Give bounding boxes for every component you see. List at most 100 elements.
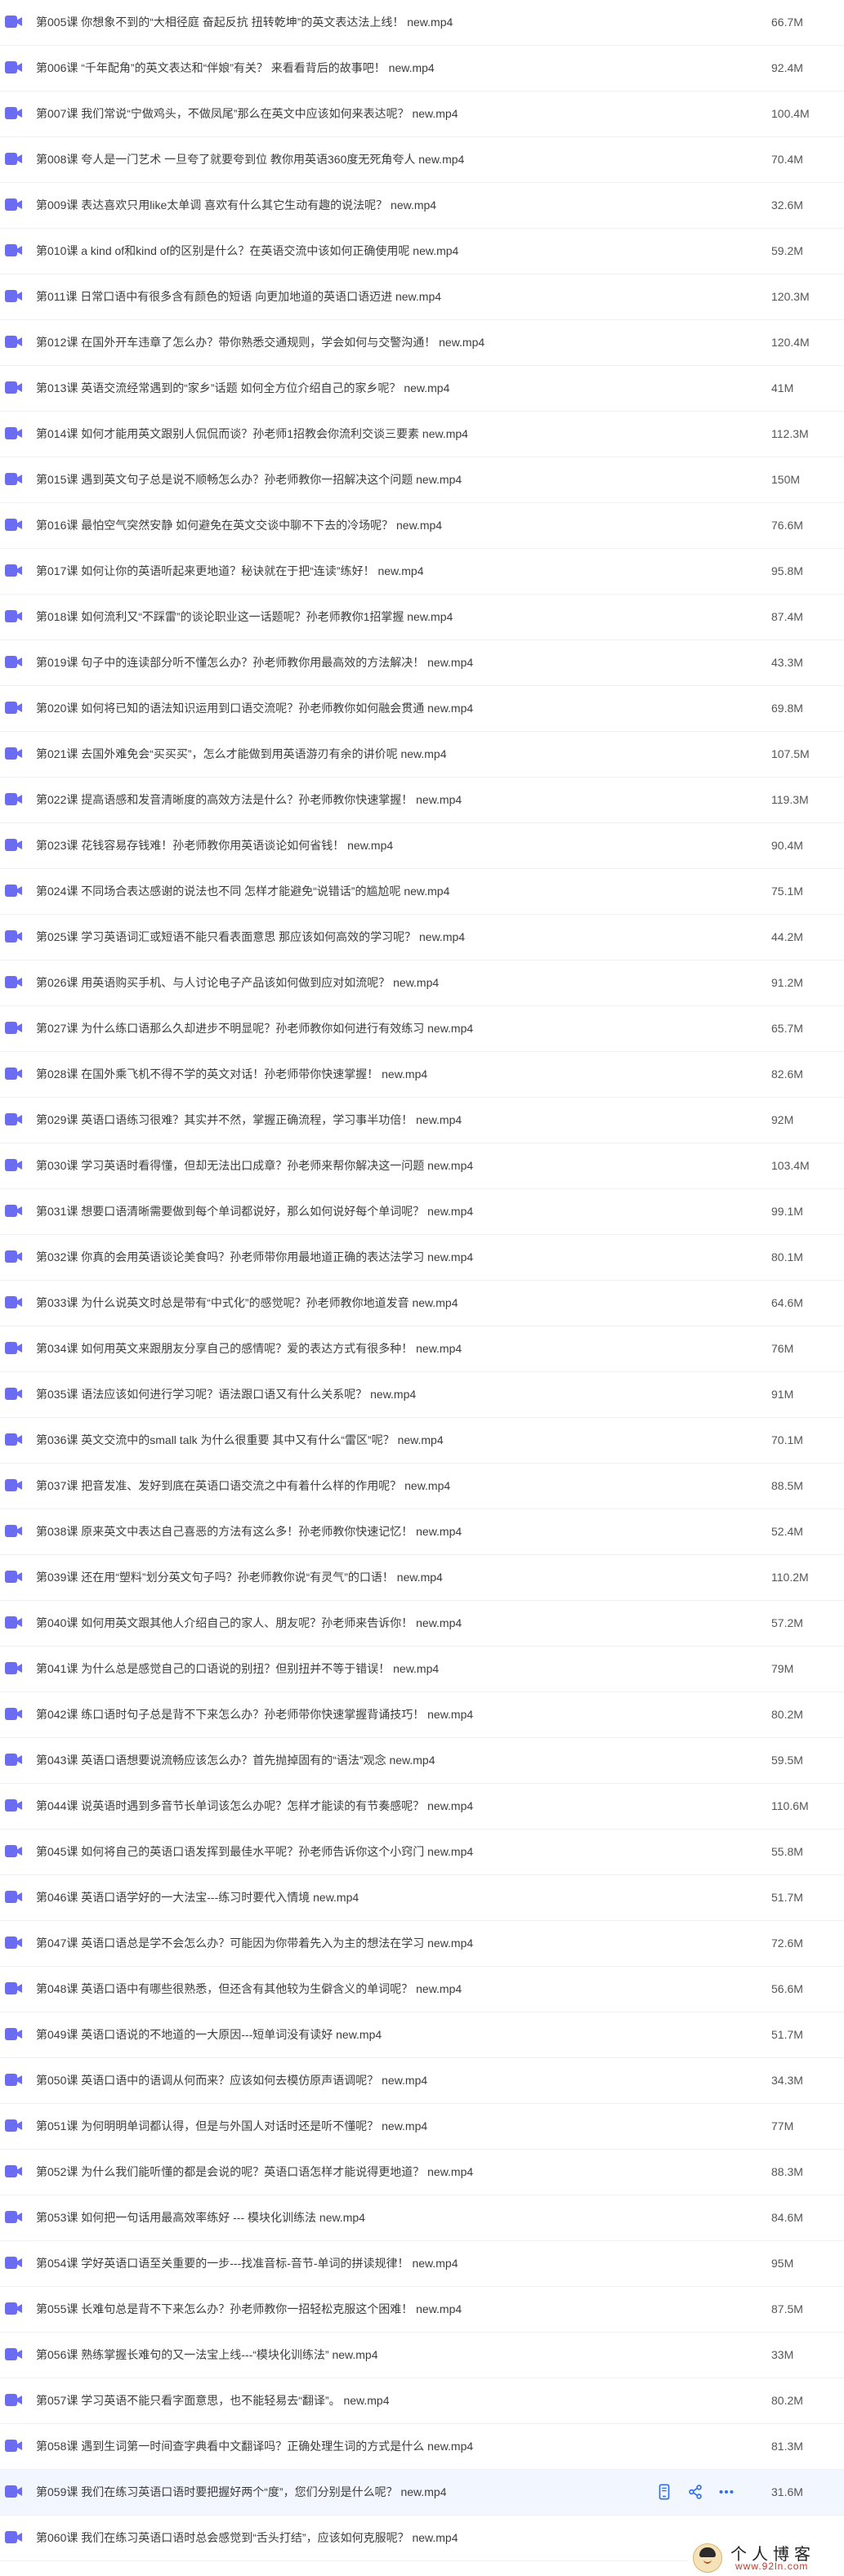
file-row[interactable]: 第014课 如何才能用英文跟别人侃侃而谈？孙老师1招教会你流利交谈三要素 new… — [0, 412, 844, 457]
file-row[interactable]: 第052课 为什么我们能听懂的都是会说的呢？英语口语怎样才能说得更地道？ new… — [0, 2150, 844, 2195]
file-row[interactable]: 第039课 还在用“塑料”划分英文句子吗？孙老师教你说“有灵气”的口语！ new… — [0, 1555, 844, 1601]
file-row[interactable]: 第027课 为什么练口语那么久却进步不明显呢？孙老师教你如何进行有效练习 new… — [0, 1006, 844, 1052]
file-name[interactable]: 第041课 为什么总是感觉自己的口语说的别扭？但别扭并不等于错误！ new.mp… — [36, 1647, 657, 1691]
file-row[interactable]: 第048课 英语口语中有哪些很熟悉，但还含有其他较为生僻含义的单词呢？ new.… — [0, 1967, 844, 2012]
file-name[interactable]: 第037课 把音发准、发好到底在英语口语交流之中有着什么样的作用呢？ new.m… — [36, 1464, 657, 1509]
file-name[interactable]: 第045课 如何将自己的英语口语发挥到最佳水平呢？孙老师告诉你这个小窍门 new… — [36, 1829, 657, 1874]
file-row[interactable]: 第035课 语法应该如何进行学习呢？语法跟口语又有什么关系呢？ new.mp4 9… — [0, 1372, 844, 1418]
file-name[interactable]: 第051课 为何明明单词都认得，但是与外国人对话时还是听不懂呢？ new.mp4 — [36, 2104, 657, 2149]
file-row[interactable]: 第018课 如何流利又“不踩雷”的谈论职业这一话题呢？孙老师教你1招掌握 new… — [0, 595, 844, 640]
file-name[interactable]: 第043课 英语口语想要说流畅应该怎么办？首先抛掉固有的“语法”观念 new.m… — [36, 1738, 657, 1783]
file-row[interactable]: 第058课 遇到生词第一时间查字典看中文翻译吗？正确处理生词的方式是什么 new… — [0, 2424, 844, 2470]
file-name[interactable]: 第047课 英语口语总是学不会怎么办？可能因为你带着先入为主的想法在学习 new… — [36, 1921, 657, 1966]
file-row[interactable]: 第021课 去国外难免会“买买买”，怎么才能做到用英语游刃有余的讲价呢 new.… — [0, 732, 844, 778]
file-name[interactable]: 第035课 语法应该如何进行学习呢？语法跟口语又有什么关系呢？ new.mp4 — [36, 1372, 657, 1417]
file-name[interactable]: 第044课 说英语时遇到多音节长单词该怎么办呢？怎样才能读的有节奏感呢？ new… — [36, 1784, 657, 1829]
file-row[interactable]: 第008课 夸人是一门艺术 一旦夸了就要夸到位 教你用英语360度无死角夸人 n… — [0, 137, 844, 183]
file-name[interactable]: 第009课 表达喜欢只用like太单调 喜欢有什么其它生动有趣的说法呢？ new… — [36, 183, 657, 228]
file-row[interactable]: 第022课 提高语感和发音清晰度的高效方法是什么？孙老师教你快速掌握！ new.… — [0, 778, 844, 823]
file-row[interactable]: 第041课 为什么总是感觉自己的口语说的别扭？但别扭并不等于错误！ new.mp… — [0, 1647, 844, 1692]
file-row[interactable]: 第053课 如何把一句话用最高效率练好 --- 模块化训练法 new.mp4 84… — [0, 2195, 844, 2241]
file-row[interactable]: 第034课 如何用英文来跟朋友分享自己的感情呢？爱的表达方式有很多种！ new.… — [0, 1326, 844, 1372]
file-name[interactable]: 第057课 学习英语不能只看字面意思，也不能轻易去“翻译”。 new.mp4 — [36, 2378, 657, 2423]
file-name[interactable]: 第060课 我们在练习英语口语时总会感觉到“舌头打结”，应该如何克服呢？ new… — [36, 2516, 657, 2560]
file-row[interactable]: 第017课 如何让你的英语听起来更地道？秘诀就在于把“连读”练好！ new.mp… — [0, 549, 844, 595]
file-row[interactable]: 第057课 学习英语不能只看字面意思，也不能轻易去“翻译”。 new.mp4 80… — [0, 2378, 844, 2424]
file-name[interactable]: 第049课 英语口语说的不地道的一大原因---短单词没有读好 new.mp4 — [36, 2012, 657, 2057]
file-name[interactable]: 第006课 “千年配角”的英文表达和“伴娘”有关？ 来看看背后的故事吧！ new… — [36, 46, 657, 91]
mobile-icon[interactable] — [654, 2481, 675, 2502]
file-name[interactable]: 第011课 日常口语中有很多含有颜色的短语 向更加地道的英语口语迈进 new.m… — [36, 274, 657, 319]
file-name[interactable]: 第031课 想要口语清晰需要做到每个单词都说好，那么如何说好每个单词呢？ new… — [36, 1189, 657, 1234]
file-name[interactable]: 第040课 如何用英文跟其他人介绍自己的家人、朋友呢？孙老师来告诉你！ new.… — [36, 1601, 657, 1646]
file-name[interactable]: 第038课 原来英文中表达自己喜恶的方法有这么多！孙老师教你快速记忆！ new.… — [36, 1509, 657, 1554]
file-name[interactable]: 第016课 最怕空气突然安静 如何避免在英文交谈中聊不下去的冷场呢？ new.m… — [36, 503, 657, 548]
file-name[interactable]: 第027课 为什么练口语那么久却进步不明显呢？孙老师教你如何进行有效练习 new… — [36, 1006, 657, 1051]
file-row[interactable]: 第009课 表达喜欢只用like太单调 喜欢有什么其它生动有趣的说法呢？ new… — [0, 183, 844, 229]
file-name[interactable]: 第033课 为什么说英文时总是带有“中式化”的感觉呢？孙老师教你地道发音 new… — [36, 1281, 657, 1326]
file-name[interactable]: 第022课 提高语感和发音清晰度的高效方法是什么？孙老师教你快速掌握！ new.… — [36, 778, 657, 822]
file-name[interactable]: 第055课 长难句总是背不下来怎么办？孙老师教你一招轻松克服这个困难！ new.… — [36, 2287, 657, 2332]
file-name[interactable]: 第052课 为什么我们能听懂的都是会说的呢？英语口语怎样才能说得更地道？ new… — [36, 2150, 657, 2195]
file-name[interactable]: 第023课 花钱容易存钱难！孙老师教你用英语谈论如何省钱！ new.mp4 — [36, 823, 657, 868]
file-row[interactable]: 第029课 英语口语练习很难？其实并不然，掌握正确流程，学习事半功倍！ new.… — [0, 1098, 844, 1143]
file-row[interactable]: 第056课 熟练掌握长难句的又一法宝上线---“模块化训练法” new.mp4 3… — [0, 2333, 844, 2378]
file-name[interactable]: 第015课 遇到英文句子总是说不顺畅怎么办？孙老师教你一招解决这个问题 new.… — [36, 457, 657, 502]
file-row[interactable]: 第010课 a kind of和kind of的区别是什么？在英语交流中该如何正… — [0, 229, 844, 274]
file-name[interactable]: 第029课 英语口语练习很难？其实并不然，掌握正确流程，学习事半功倍！ new.… — [36, 1098, 657, 1143]
more-icon[interactable] — [716, 2481, 737, 2502]
file-name[interactable]: 第059课 我们在练习英语口语时要把握好两个“度”，您们分别是什么呢？ new.… — [36, 2470, 657, 2515]
file-row[interactable]: 第005课 你想象不到的“大相径庭 奋起反抗 扭转乾坤”的英文表达法上线！ ne… — [0, 0, 844, 46]
file-name[interactable]: 第018课 如何流利又“不踩雷”的谈论职业这一话题呢？孙老师教你1招掌握 new… — [36, 595, 657, 640]
file-row[interactable]: 第012课 在国外开车违章了怎么办？带你熟悉交通规则，学会如何与交警沟通！ ne… — [0, 320, 844, 366]
share-icon[interactable] — [685, 2481, 706, 2502]
file-name[interactable]: 第014课 如何才能用英文跟别人侃侃而谈？孙老师1招教会你流利交谈三要素 new… — [36, 412, 657, 457]
file-name[interactable]: 第025课 学习英语词汇或短语不能只看表面意思 那应该如何高效的学习呢？ new… — [36, 915, 657, 960]
file-row[interactable]: 第036课 英文交流中的small talk 为什么很重要 其中又有什么“雷区”… — [0, 1418, 844, 1464]
file-name[interactable]: 第039课 还在用“塑料”划分英文句子吗？孙老师教你说“有灵气”的口语！ new… — [36, 1555, 657, 1600]
file-row[interactable]: 第033课 为什么说英文时总是带有“中式化”的感觉呢？孙老师教你地道发音 new… — [0, 1281, 844, 1326]
file-row[interactable]: 第042课 练口语时句子总是背不下来怎么办？孙老师带你快速掌握背诵技巧！ new… — [0, 1692, 844, 1738]
file-name[interactable]: 第005课 你想象不到的“大相径庭 奋起反抗 扭转乾坤”的英文表达法上线！ ne… — [36, 0, 657, 45]
file-name[interactable]: 第021课 去国外难免会“买买买”，怎么才能做到用英语游刃有余的讲价呢 new.… — [36, 732, 657, 777]
file-name[interactable]: 第026课 用英语购买手机、与人讨论电子产品该如何做到应对如流呢？ new.mp… — [36, 960, 657, 1005]
file-row[interactable]: 第046课 英语口语学好的一大法宝---练习时要代入情境 new.mp4 51.7… — [0, 1875, 844, 1921]
file-name[interactable]: 第019课 句子中的连读部分听不懂怎么办？孙老师教你用最高效的方法解决！ new… — [36, 640, 657, 685]
file-row[interactable]: 第030课 学习英语时看得懂，但却无法出口成章？孙老师来帮你解决这一问题 new… — [0, 1143, 844, 1189]
file-name[interactable]: 第020课 如何将已知的语法知识运用到口语交流呢？孙老师教你如何融会贯通 new… — [36, 686, 657, 731]
file-row[interactable]: 第047课 英语口语总是学不会怎么办？可能因为你带着先入为主的想法在学习 new… — [0, 1921, 844, 1967]
file-row[interactable]: 第051课 为何明明单词都认得，但是与外国人对话时还是听不懂呢？ new.mp4… — [0, 2104, 844, 2150]
file-row[interactable]: 第032课 你真的会用英语谈论美食吗？孙老师带你用最地道正确的表达法学习 new… — [0, 1235, 844, 1281]
file-row[interactable]: 第049课 英语口语说的不地道的一大原因---短单词没有读好 new.mp4 51… — [0, 2012, 844, 2058]
file-name[interactable]: 第046课 英语口语学好的一大法宝---练习时要代入情境 new.mp4 — [36, 1875, 657, 1920]
file-row[interactable]: 第013课 英语交流经常遇到的“家乡”话题 如何全方位介绍自己的家乡呢？ new… — [0, 366, 844, 412]
file-row[interactable]: 第044课 说英语时遇到多音节长单词该怎么办呢？怎样才能读的有节奏感呢？ new… — [0, 1784, 844, 1829]
file-name[interactable]: 第054课 学好英语口语至关重要的一步---找准音标-音节-单词的拼读规律！ n… — [36, 2241, 657, 2286]
file-row[interactable]: 第040课 如何用英文跟其他人介绍自己的家人、朋友呢？孙老师来告诉你！ new.… — [0, 1601, 844, 1647]
file-name[interactable]: 第050课 英语口语中的语调从何而来？应该如何去模仿原声语调呢？ new.mp4 — [36, 2058, 657, 2103]
file-row[interactable]: 第043课 英语口语想要说流畅应该怎么办？首先抛掉固有的“语法”观念 new.m… — [0, 1738, 844, 1784]
file-row[interactable]: 第020课 如何将已知的语法知识运用到口语交流呢？孙老师教你如何融会贯通 new… — [0, 686, 844, 732]
file-name[interactable]: 第053课 如何把一句话用最高效率练好 --- 模块化训练法 new.mp4 — [36, 2195, 657, 2240]
file-row[interactable]: 第016课 最怕空气突然安静 如何避免在英文交谈中聊不下去的冷场呢？ new.m… — [0, 503, 844, 549]
file-name[interactable]: 第032课 你真的会用英语谈论美食吗？孙老师带你用最地道正确的表达法学习 new… — [36, 1235, 657, 1280]
file-row[interactable]: 第006课 “千年配角”的英文表达和“伴娘”有关？ 来看看背后的故事吧！ new… — [0, 46, 844, 91]
file-row[interactable]: 第031课 想要口语清晰需要做到每个单词都说好，那么如何说好每个单词呢？ new… — [0, 1189, 844, 1235]
file-row[interactable]: 第038课 原来英文中表达自己喜恶的方法有这么多！孙老师教你快速记忆！ new.… — [0, 1509, 844, 1555]
file-name[interactable]: 第042课 练口语时句子总是背不下来怎么办？孙老师带你快速掌握背诵技巧！ new… — [36, 1692, 657, 1737]
file-name[interactable]: 第030课 学习英语时看得懂，但却无法出口成章？孙老师来帮你解决这一问题 new… — [36, 1143, 657, 1188]
file-row[interactable]: 第050课 英语口语中的语调从何而来？应该如何去模仿原声语调呢？ new.mp4… — [0, 2058, 844, 2104]
file-name[interactable]: 第013课 英语交流经常遇到的“家乡”话题 如何全方位介绍自己的家乡呢？ new… — [36, 366, 657, 411]
file-name[interactable]: 第024课 不同场合表达感谢的说法也不同 怎样才能避免“说错话”的尴尬呢 new… — [36, 869, 657, 914]
file-name[interactable]: 第034课 如何用英文来跟朋友分享自己的感情呢？爱的表达方式有很多种！ new.… — [36, 1326, 657, 1371]
file-name[interactable]: 第007课 我们常说“宁做鸡头，不做凤尾”那么在英文中应该如何来表达呢？ new… — [36, 91, 657, 136]
file-row[interactable]: 第054课 学好英语口语至关重要的一步---找准音标-音节-单词的拼读规律！ n… — [0, 2241, 844, 2287]
file-name[interactable]: 第036课 英文交流中的small talk 为什么很重要 其中又有什么“雷区”… — [36, 1418, 657, 1463]
file-row[interactable]: 第028课 在国外乘飞机不得不学的英文对话！孙老师带你快速掌握！ new.mp4… — [0, 1052, 844, 1098]
file-row[interactable]: 第026课 用英语购买手机、与人讨论电子产品该如何做到应对如流呢？ new.mp… — [0, 960, 844, 1006]
file-row[interactable]: 第055课 长难句总是背不下来怎么办？孙老师教你一招轻松克服这个困难！ new.… — [0, 2287, 844, 2333]
file-row[interactable]: 第024课 不同场合表达感谢的说法也不同 怎样才能避免“说错话”的尴尬呢 new… — [0, 869, 844, 915]
file-name[interactable]: 第048课 英语口语中有哪些很熟悉，但还含有其他较为生僻含义的单词呢？ new.… — [36, 1967, 657, 2012]
file-row[interactable]: 第007课 我们常说“宁做鸡头，不做凤尾”那么在英文中应该如何来表达呢？ new… — [0, 91, 844, 137]
file-name[interactable]: 第010课 a kind of和kind of的区别是什么？在英语交流中该如何正… — [36, 229, 657, 274]
